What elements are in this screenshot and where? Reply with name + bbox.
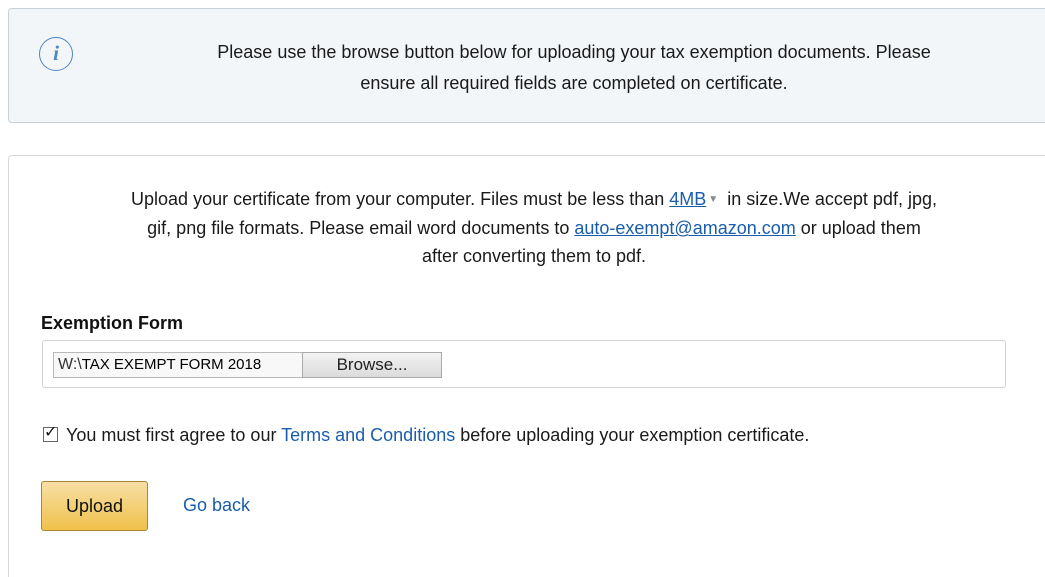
browse-button[interactable]: Browse...: [302, 352, 442, 378]
file-size-link[interactable]: 4MB: [669, 189, 706, 209]
exemption-form-field: W:\TAX EXEMPT FORM 2018 Browse...: [42, 340, 1006, 388]
info-icon: i: [39, 37, 73, 71]
info-message: Please use the browse button below for u…: [109, 37, 1039, 99]
email-link[interactable]: auto-exempt@amazon.com: [574, 218, 795, 238]
file-name: TAX EXEMPT FORM 2018: [81, 356, 262, 373]
agree-text-prefix: You must first agree to our: [66, 425, 282, 445]
info-alert-box: i Please use the browse button below for…: [8, 8, 1045, 123]
upload-panel: Upload your certificate from your comput…: [8, 155, 1045, 577]
chevron-down-icon[interactable]: ▼: [708, 186, 718, 214]
instructions-line-3: after converting them to pdf.: [421, 246, 647, 267]
upload-button[interactable]: Upload: [41, 481, 148, 531]
file-path-input[interactable]: W:\TAX EXEMPT FORM 2018: [53, 352, 303, 378]
upload-instructions: Upload your certificate from your comput…: [29, 185, 1039, 270]
info-message-line-1: Please use the browse button below for u…: [217, 42, 931, 62]
checkmark-icon: ✓: [44, 424, 58, 441]
instructions-line-1-suffix: in size.We accept pdf, jpg,: [722, 189, 937, 209]
file-path-prefix: W:\: [58, 356, 82, 373]
terms-checkbox[interactable]: ✓: [43, 424, 58, 442]
instructions-line-1-prefix: Upload your certificate from your comput…: [131, 189, 670, 209]
instructions-line-2-prefix: gif, png file formats. Please email word…: [147, 218, 575, 239]
terms-and-conditions-link[interactable]: Terms and Conditions: [281, 425, 455, 445]
exemption-form-label: Exemption Form: [41, 313, 184, 333]
instructions-line-2-suffix: or upload them: [795, 218, 921, 239]
go-back-link[interactable]: Go back: [183, 495, 250, 516]
terms-agreement-row: ✓ You must first agree to our Terms and C…: [43, 424, 810, 446]
info-message-line-2: ensure all required fields are completed…: [360, 73, 788, 93]
agree-text-suffix: before uploading your exemption certific…: [455, 425, 810, 445]
